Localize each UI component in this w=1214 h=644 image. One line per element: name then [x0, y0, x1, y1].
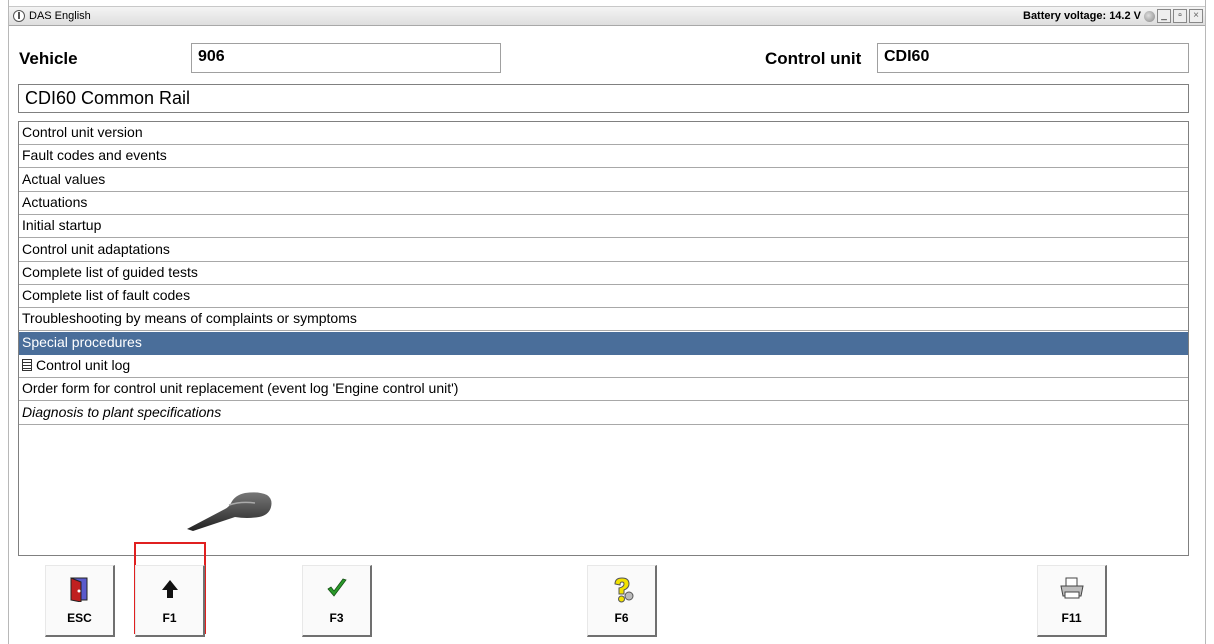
menu-item[interactable]: Actual values: [19, 169, 1188, 192]
menu-item[interactable]: Initial startup: [19, 215, 1188, 239]
menu-item-label: Control unit log: [36, 357, 131, 373]
menu-item-label: Complete list of fault codes: [22, 287, 191, 304]
menu-item-label: Diagnosis to plant specifications: [22, 403, 222, 420]
close-button[interactable]: ×: [1189, 9, 1203, 23]
minimize-button[interactable]: _: [1157, 9, 1171, 23]
battery-voltage: Battery voltage: 14.2 V: [1023, 10, 1141, 22]
f1-up-button[interactable]: F1: [135, 565, 205, 637]
menu-item-label: Control unit adaptations: [22, 240, 170, 257]
menu-item-label: Special procedures: [22, 333, 142, 350]
esc-button[interactable]: ESC: [45, 565, 115, 637]
menu-item[interactable]: Order form for control unit replacement …: [19, 378, 1188, 402]
up-arrow-icon: [136, 576, 203, 604]
printer-icon: [1038, 576, 1105, 604]
menu-item-label: Fault codes and events: [22, 147, 167, 164]
menu-item-label: Complete list of guided tests: [22, 263, 198, 280]
control-unit-title: CDI60 Common Rail: [18, 84, 1189, 113]
f6-help-button[interactable]: F6: [587, 565, 657, 637]
help-question-icon: [588, 576, 655, 604]
menu-item[interactable]: Complete list of guided tests: [19, 262, 1188, 285]
menu-item-label: Actual values: [22, 170, 106, 187]
document-icon: [22, 359, 32, 371]
control-unit-label: Control unit: [765, 49, 862, 68]
menu-item-label: Actuations: [22, 193, 88, 210]
menu-item[interactable]: Complete list of fault codes: [19, 285, 1188, 309]
f6-label: F6: [614, 611, 629, 625]
f1-label: F1: [162, 611, 177, 625]
title-bar: DAS English Battery voltage: 14.2 V _ ▫ …: [9, 6, 1205, 26]
menu-item-label: Order form for control unit replacement …: [22, 380, 459, 397]
f3-confirm-button[interactable]: F3: [302, 565, 372, 637]
menu-item[interactable]: Fault codes and events: [19, 145, 1188, 169]
menu-item[interactable]: Diagnosis to plant specifications: [19, 402, 1188, 425]
menu-item-label: Control unit version: [22, 124, 143, 140]
f11-label: F11: [1061, 611, 1082, 625]
pointing-hand-icon: [187, 492, 272, 531]
maximize-button[interactable]: ▫: [1173, 9, 1187, 23]
menu-item[interactable]: Control unit adaptations: [19, 239, 1188, 262]
esc-label: ESC: [67, 611, 92, 625]
menu-item[interactable]: Troubleshooting by means of complaints o…: [19, 308, 1188, 332]
menu-item-label: Troubleshooting by means of complaints o…: [22, 310, 357, 327]
window-title: DAS English: [29, 10, 91, 22]
mercedes-star-icon: [13, 10, 25, 22]
vehicle-header: Vehicle 906 Control unit CDI60: [9, 43, 1189, 73]
vehicle-label: Vehicle: [19, 49, 78, 68]
f11-print-button[interactable]: F11: [1037, 565, 1107, 637]
checkmark-icon: [303, 576, 370, 604]
control-unit-field: CDI60: [877, 43, 1189, 73]
menu-item[interactable]: Control unit log: [19, 355, 1188, 378]
exit-door-icon: [46, 576, 113, 604]
menu-item-label: Initial startup: [22, 217, 102, 234]
vehicle-field: 906: [191, 43, 501, 73]
f3-label: F3: [329, 611, 344, 625]
menu-item[interactable]: Special procedures: [19, 331, 1188, 355]
menu-item[interactable]: Actuations: [19, 192, 1188, 215]
battery-status-icon: [1144, 11, 1155, 22]
menu-item[interactable]: Control unit version: [19, 122, 1188, 145]
